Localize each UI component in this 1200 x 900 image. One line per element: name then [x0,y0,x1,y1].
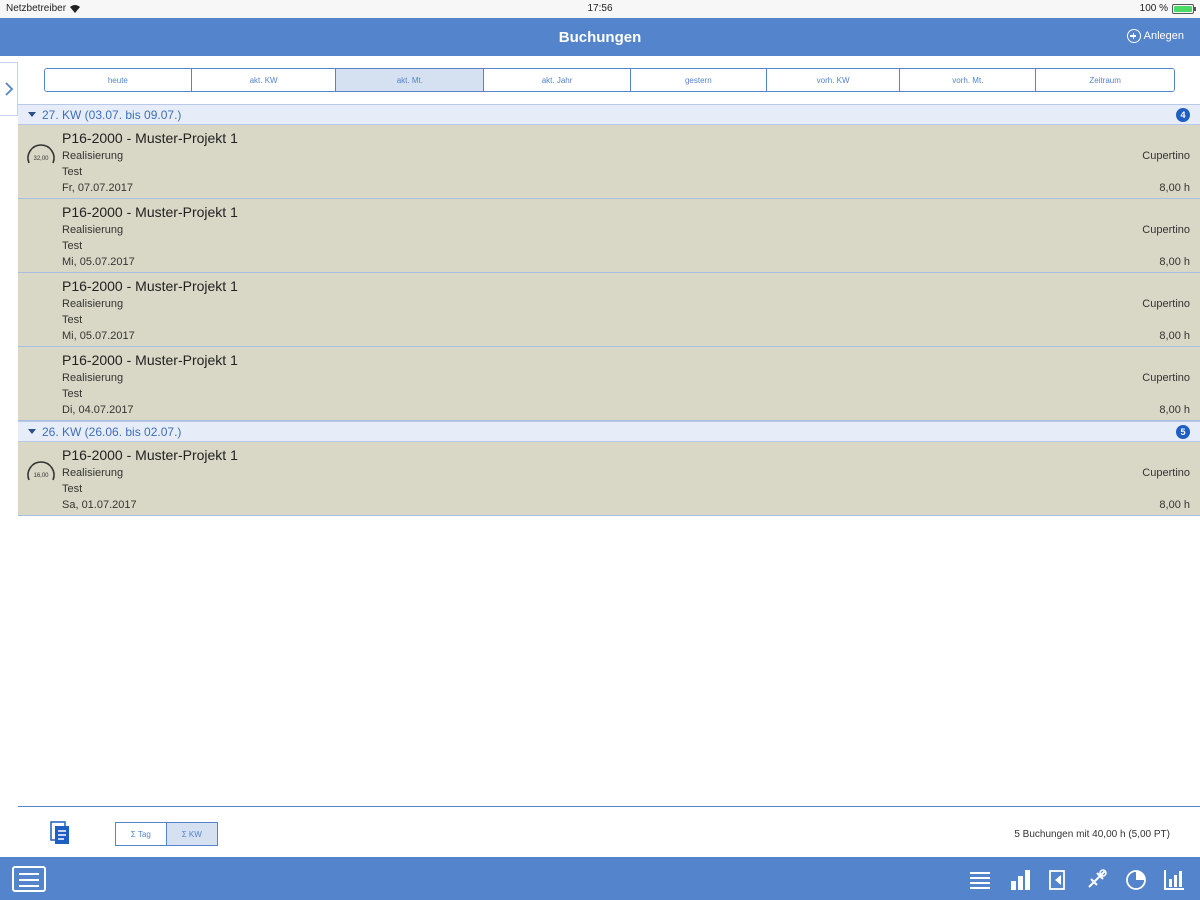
location-label: Cupertino [1142,224,1190,236]
booking-row[interactable]: 16,00 P16-2000 - Muster-Projekt 1 Realisie… [18,442,1200,516]
sidebar-toggle[interactable] [0,62,18,116]
filter-tab[interactable]: akt. Mt. [336,69,485,91]
filter-tab[interactable]: Zeitraum [1036,69,1174,91]
toolbar-divider [18,806,1200,807]
date-label: Fr, 07.07.2017 [62,182,133,194]
group-count-badge: 4 [1176,108,1190,122]
description-label: Test [62,314,83,326]
project-name: P16-2000 - Muster-Projekt 1 [62,130,238,146]
location-label: Cupertino [1142,150,1190,162]
description-label: Test [62,166,83,178]
description-label: Test [62,240,83,252]
filter-tab[interactable]: heute [45,69,192,91]
svg-text:16,00: 16,00 [33,473,49,479]
add-button-label: Anlegen [1143,30,1184,42]
battery-label: 100 % [1139,3,1168,14]
group-title: 26. KW (26.06. bis 02.07.) [42,424,182,439]
sum-toggle: Σ Tag Σ KW [115,822,218,846]
date-label: Sa, 01.07.2017 [62,499,137,511]
bookings-list: 27. KW (03.07. bis 09.07.) 4 32,00 P16-2000… [18,104,1200,516]
booking-row[interactable]: P16-2000 - Muster-Projekt 1 Realisierung T… [18,347,1200,421]
booking-row[interactable]: P16-2000 - Muster-Projekt 1 Realisierung T… [18,273,1200,347]
navigation-bar: Buchungen Anlegen [0,18,1200,56]
hours-label: 8,00 h [1159,256,1190,268]
bar-chart-icon[interactable] [1008,867,1032,891]
period-filter: heute akt. KW akt. Mt. akt. Jahr gestern vorh… [44,68,1175,92]
chevron-right-icon [4,82,13,96]
tab-bar [0,857,1200,900]
phase-label: Realisierung [62,372,124,384]
project-name: P16-2000 - Muster-Projekt 1 [62,278,238,294]
project-name: P16-2000 - Muster-Projekt 1 [62,204,238,220]
hours-gauge-icon: 32,00 [25,141,57,173]
status-bar: Netzbetreiber 17:56 100 % [0,0,1200,18]
project-name: P16-2000 - Muster-Projekt 1 [62,352,238,368]
hours-label: 8,00 h [1159,182,1190,194]
plus-circle-icon [1126,29,1141,43]
group-header[interactable]: 27. KW (03.07. bis 09.07.) 4 [18,104,1200,125]
hours-label: 8,00 h [1159,330,1190,342]
status-time: 17:56 [587,3,613,14]
filter-tab[interactable]: gestern [630,69,767,91]
sum-toggle-option[interactable]: Σ Tag [116,823,167,845]
filter-tab[interactable]: akt. Jahr [484,69,631,91]
pie-chart-icon[interactable] [1124,867,1148,891]
filter-tab[interactable]: vorh. Mt. [900,69,1037,91]
add-button[interactable]: Anlegen [1126,29,1184,43]
group-header[interactable]: 26. KW (26.06. bis 02.07.) 5 [18,421,1200,442]
group-count-badge: 5 [1176,425,1190,439]
location-label: Cupertino [1142,467,1190,479]
satellite-icon[interactable] [1085,867,1109,891]
booking-row[interactable]: 32,00 P16-2000 - Muster-Projekt 1 Realisie… [18,125,1200,199]
date-label: Mi, 05.07.2017 [62,330,135,342]
hours-gauge-icon: 16,00 [25,458,57,490]
description-label: Test [62,483,83,495]
summary-text: 5 Buchungen mit 40,00 h (5,00 PT) [1014,829,1170,840]
disclosure-triangle-icon [28,112,36,117]
group-title: 27. KW (03.07. bis 09.07.) [42,107,182,122]
filter-tab[interactable]: vorh. KW [766,69,901,91]
document-icon[interactable] [48,820,76,846]
description-label: Test [62,388,83,400]
location-label: Cupertino [1142,298,1190,310]
stats-icon[interactable] [1162,867,1186,891]
project-name: P16-2000 - Muster-Projekt 1 [62,447,238,463]
svg-text:32,00: 32,00 [33,156,49,162]
page-title: Buchungen [558,29,642,46]
hours-label: 8,00 h [1159,404,1190,416]
list-icon[interactable] [968,867,992,891]
disclosure-triangle-icon [28,429,36,434]
date-label: Mi, 05.07.2017 [62,256,135,268]
menu-icon[interactable] [12,866,46,892]
hours-label: 8,00 h [1159,499,1190,511]
location-label: Cupertino [1142,372,1190,384]
booking-row[interactable]: P16-2000 - Muster-Projekt 1 Realisierung T… [18,199,1200,273]
phase-label: Realisierung [62,298,124,310]
battery-icon [1172,3,1196,14]
date-label: Di, 04.07.2017 [62,404,134,416]
filter-tab[interactable]: akt. KW [191,69,337,91]
sum-toggle-option[interactable]: Σ KW [166,823,217,845]
export-icon[interactable] [1047,867,1071,891]
phase-label: Realisierung [62,224,124,236]
status-right: 100 % [1139,3,1196,14]
phase-label: Realisierung [62,150,124,162]
phase-label: Realisierung [62,467,124,479]
